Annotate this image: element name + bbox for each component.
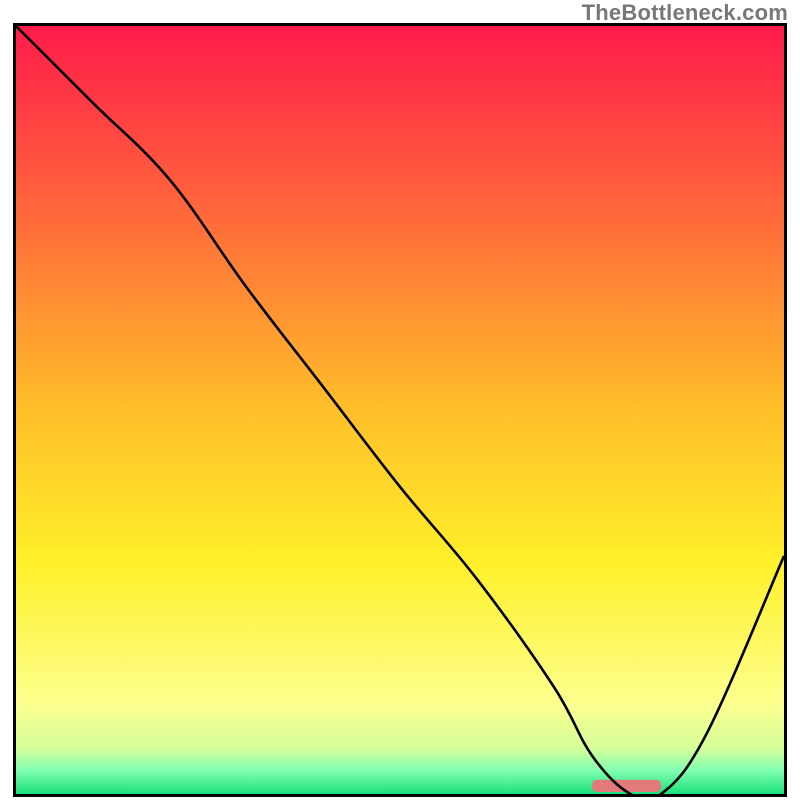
- bottleneck-chart: [16, 26, 784, 794]
- chart-frame: [13, 23, 787, 797]
- gradient-background: [16, 26, 784, 794]
